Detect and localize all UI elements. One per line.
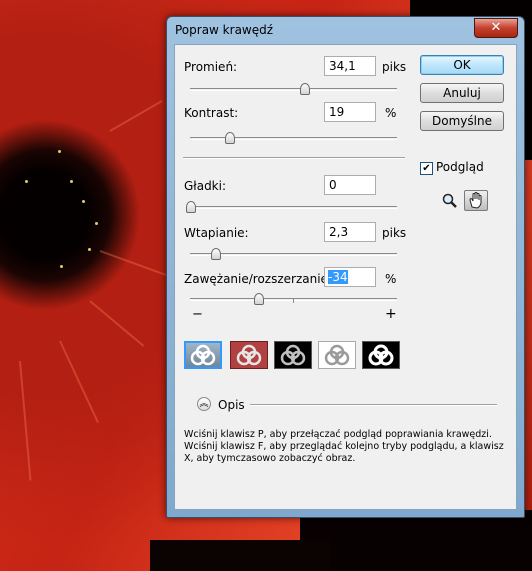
radius-label: Promień:: [184, 60, 238, 74]
pollen-dot: [60, 265, 63, 268]
photo-dark-bottom-left: [150, 540, 330, 571]
dialog-title: Popraw krawędź: [175, 23, 274, 37]
section-divider: [183, 157, 405, 159]
pollen-dot: [58, 150, 61, 153]
contrast-slider-thumb[interactable]: [225, 132, 236, 144]
contract-expand-value: -34: [328, 270, 348, 284]
knot-icon: [324, 344, 350, 366]
feather-slider-thumb[interactable]: [210, 248, 221, 260]
pollen-dot: [70, 180, 73, 183]
contract-expand-label: Zawężanie/rozszerzanie:: [184, 272, 332, 286]
standard-mode-button[interactable]: [184, 341, 222, 369]
contract-expand-field[interactable]: -34: [324, 267, 376, 287]
contrast-label: Kontrast:: [184, 106, 239, 120]
title-bar[interactable]: Popraw krawędź ✕: [167, 17, 524, 43]
refine-edge-dialog: Popraw krawędź ✕ Promień: 34,1 piks Kont…: [166, 16, 525, 518]
smooth-label: Gładki:: [184, 179, 227, 193]
radius-unit: piks: [382, 60, 407, 74]
preview-checkbox[interactable]: ✔: [420, 162, 433, 175]
contrast-unit: %: [385, 106, 397, 120]
close-icon: ✕: [490, 20, 502, 35]
hand-icon[interactable]: [464, 190, 488, 211]
contrast-slider-track[interactable]: [190, 137, 397, 140]
preview-label: Podgląd: [436, 160, 484, 174]
pollen-dot: [88, 248, 91, 251]
petal-streak: [59, 340, 99, 423]
contract-expand-unit: %: [385, 272, 397, 286]
description-toggle-label: Opis: [218, 398, 245, 412]
quick-mask-mode-button[interactable]: [230, 341, 268, 369]
mask-mode-button[interactable]: [362, 341, 400, 369]
knot-icon: [280, 344, 306, 366]
petal-streak: [19, 360, 32, 481]
slider-center-tick: [293, 298, 294, 303]
pollen-dot: [25, 180, 28, 183]
contrast-field[interactable]: 19: [324, 102, 376, 122]
petal-streak: [89, 300, 145, 347]
chevron-up-icon[interactable]: ︽: [197, 397, 211, 411]
description-text: Wciśnij klawisz P, aby przełączać podglą…: [184, 429, 504, 464]
petal-streak: [109, 100, 163, 132]
zoom-icon[interactable]: [439, 191, 461, 211]
contract-expand-slider-thumb[interactable]: [254, 293, 265, 305]
on-black-mode-button[interactable]: [274, 341, 312, 369]
defaults-button[interactable]: Domyślne: [420, 111, 504, 131]
dialog-body: Promień: 34,1 piks Kontrast: 19 % Gładki…: [174, 44, 517, 510]
knot-icon: [190, 344, 216, 366]
expand-plus-label: +: [385, 306, 397, 322]
smooth-slider-track[interactable]: [190, 206, 397, 209]
pollen-dot: [82, 200, 85, 203]
feather-unit: piks: [382, 226, 407, 240]
photo-dark-bottom: [300, 510, 532, 571]
radius-field[interactable]: 34,1: [324, 56, 376, 76]
knot-icon: [368, 344, 394, 366]
cancel-button[interactable]: Anuluj: [420, 83, 504, 103]
close-button[interactable]: ✕: [474, 18, 518, 38]
on-white-mode-button[interactable]: [318, 341, 356, 369]
radius-slider-track[interactable]: [190, 88, 397, 91]
checkmark-icon: ✔: [422, 163, 431, 174]
contract-minus-label: −: [192, 307, 203, 322]
feather-field[interactable]: 2,3: [324, 222, 376, 242]
petal-streak: [99, 250, 176, 280]
ok-button[interactable]: OK: [420, 55, 504, 75]
feather-slider-track[interactable]: [190, 253, 397, 256]
smooth-slider-thumb[interactable]: [186, 201, 196, 213]
knot-icon: [236, 344, 262, 366]
feather-label: Wtapianie:: [184, 226, 249, 240]
pollen-dot: [95, 222, 98, 225]
smooth-field[interactable]: 0: [324, 175, 376, 195]
description-divider: [250, 404, 497, 406]
radius-slider-thumb[interactable]: [299, 83, 310, 95]
